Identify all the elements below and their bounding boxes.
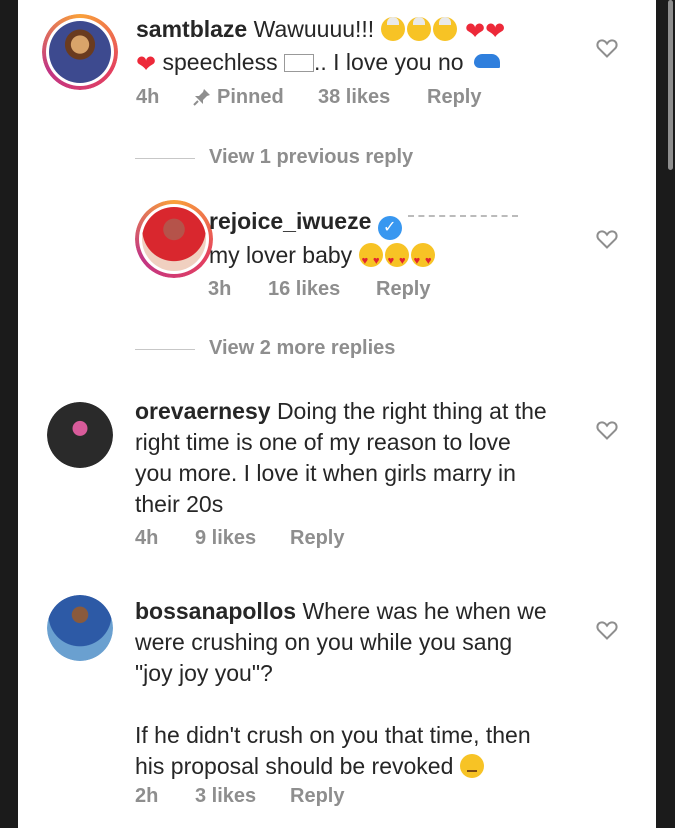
pin-icon — [193, 89, 210, 106]
comment-text-line: "joy joy you"? — [135, 660, 273, 686]
username-samtblaze[interactable]: samtblaze — [136, 16, 247, 42]
comment-text-line2: speechless — [162, 49, 284, 75]
obscured-text — [408, 215, 519, 225]
view-more-replies-button[interactable]: View 2 more replies — [209, 337, 395, 360]
username-bossanapollos[interactable]: bossanapollos — [135, 598, 296, 624]
comment-text-line: his proposal should be revoked — [135, 753, 454, 779]
view-replies-line — [135, 158, 195, 159]
reply-button[interactable]: Reply — [376, 278, 430, 301]
comment-text-line — [135, 691, 141, 717]
avatar-orevaernesy[interactable] — [47, 402, 113, 468]
likes-count[interactable]: 38 likes — [318, 86, 390, 109]
timestamp: 2h — [135, 785, 159, 807]
view-replies-line — [135, 349, 195, 350]
cap-emoji-icon — [473, 54, 500, 68]
username-rejoice-iwueze[interactable]: rejoice_iwueze — [209, 208, 371, 234]
likes-count[interactable]: 9 likes — [195, 527, 256, 550]
likes-count[interactable]: 16 likes — [268, 278, 340, 301]
heart-outline-icon[interactable] — [595, 227, 619, 251]
reply-button[interactable]: Reply — [427, 86, 481, 109]
comment-meta-orevaernesy: 4h 9 likes Reply — [135, 527, 515, 551]
screen: samtblaze Wawuuuu!!! ❤❤ ❤ speechless .. … — [0, 0, 675, 828]
comment-orevaernesy: orevaernesy Doing the right thing at the… — [135, 396, 595, 520]
avatar-bossanapollos[interactable] — [47, 595, 113, 661]
comment-rejoice-iwueze: rejoice_iwueze ✓ my lover baby — [209, 206, 589, 277]
username-orevaernesy[interactable]: orevaernesy — [135, 398, 271, 424]
reply-button[interactable]: Reply — [290, 785, 344, 808]
view-previous-replies-button[interactable]: View 1 previous reply — [209, 146, 413, 169]
avatar-samtblaze[interactable] — [42, 14, 118, 90]
comment-meta-rejoice-iwueze: 3h 16 likes Reply — [208, 278, 588, 302]
comment-text-line: were crushing on you while you sang — [135, 629, 513, 655]
likes-count[interactable]: 3 likes — [195, 785, 256, 808]
comment-text-line: right time is one of my reason to love — [135, 429, 511, 455]
comment-text-line: Where was he when we — [302, 598, 547, 624]
shocked-emoji-icon — [380, 17, 405, 41]
heart-outline-icon[interactable] — [595, 36, 619, 60]
comment-text-line1: Wawuuuu!!! — [253, 16, 375, 42]
comment-bossanapollos: bossanapollos Where was he when we were … — [135, 596, 595, 782]
comment-meta-samtblaze: 4h Pinned 38 likes Reply — [136, 86, 596, 110]
avatar-rejoice-iwueze[interactable] — [135, 200, 213, 278]
shocked-emoji-icon — [406, 17, 431, 41]
red-heart-emoji-icon: ❤ — [485, 18, 506, 45]
missing-glyph-icon — [283, 54, 314, 72]
heart-eyes-emoji-icon — [384, 243, 409, 277]
comment-text-line: Doing the right thing at the — [276, 398, 547, 424]
comment-text-line2b: .. I love you no — [313, 49, 464, 75]
red-heart-emoji-icon: ❤ — [464, 18, 486, 45]
comment-text-rejoice: my lover baby — [209, 242, 353, 268]
heart-eyes-emoji-icon — [358, 243, 383, 277]
red-heart-emoji-icon: ❤ — [136, 51, 157, 78]
comment-text-line: If he didn't crush on you that time, the… — [135, 722, 531, 748]
comment-text-line: you more. I love it when girls marry in — [135, 460, 516, 486]
comment-samtblaze: samtblaze Wawuuuu!!! ❤❤ ❤ speechless .. … — [136, 14, 586, 80]
shocked-emoji-icon — [432, 17, 457, 41]
comments-panel: samtblaze Wawuuuu!!! ❤❤ ❤ speechless .. … — [18, 0, 656, 828]
scrollbar[interactable] — [668, 0, 673, 170]
timestamp: 4h — [136, 86, 160, 108]
pinned-label: Pinned — [217, 86, 284, 108]
heart-outline-icon[interactable] — [595, 418, 619, 442]
heart-eyes-emoji-icon — [410, 243, 435, 277]
reply-button[interactable]: Reply — [290, 527, 344, 550]
unamused-emoji-icon — [459, 754, 484, 778]
verified-badge-icon: ✓ — [377, 216, 402, 240]
timestamp: 4h — [135, 527, 159, 549]
comment-text-line: their 20s — [135, 491, 224, 517]
comment-meta-bossanapollos: 2h 3 likes Reply — [135, 785, 515, 809]
timestamp: 3h — [208, 278, 232, 300]
heart-outline-icon[interactable] — [595, 618, 619, 642]
